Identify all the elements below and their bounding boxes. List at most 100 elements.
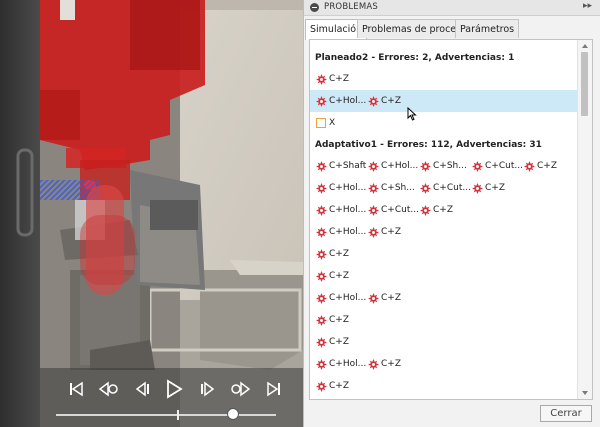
error-icon: [368, 182, 381, 194]
error-icon: [368, 204, 381, 216]
timeline-handle[interactable]: [227, 408, 239, 420]
problem-item[interactable]: C+Cut...: [368, 204, 419, 216]
close-button[interactable]: Cerrar: [540, 405, 592, 422]
tab-parametros[interactable]: Parámetros: [455, 19, 520, 38]
problem-item[interactable]: C+Hol...: [316, 204, 366, 216]
problem-label: C+Z: [329, 249, 349, 259]
warning-item[interactable]: X: [316, 117, 335, 129]
error-icon: [368, 95, 381, 107]
scroll-thumb[interactable]: [581, 52, 588, 116]
problem-row[interactable]: C+Z: [310, 68, 578, 90]
error-icon: [420, 182, 433, 194]
problem-item[interactable]: C+Hol...: [316, 292, 366, 304]
problem-label: C+Hol...: [381, 161, 419, 171]
minus-circle-icon[interactable]: [310, 3, 319, 12]
problem-item[interactable]: C+Cut...: [472, 160, 523, 172]
problem-label: C+Hol...: [329, 205, 367, 215]
error-icon: [472, 160, 485, 172]
error-icon: [472, 182, 485, 194]
error-icon: [316, 204, 329, 216]
error-icon: [524, 160, 537, 172]
problem-item[interactable]: C+Hol...: [368, 160, 418, 172]
error-icon: [420, 160, 433, 172]
problem-item[interactable]: C+Hol...: [316, 226, 366, 238]
problem-label: C+Cut...: [433, 183, 471, 193]
problem-item[interactable]: C+Z: [316, 73, 349, 85]
problem-item[interactable]: C+Z: [524, 160, 557, 172]
problem-item[interactable]: C+Z: [316, 380, 349, 392]
problem-row[interactable]: C+Z: [310, 309, 578, 331]
group-header: Planeado2 - Errores: 2, Advertencias: 1: [315, 53, 515, 63]
problem-row[interactable]: C+Hol... C+Z: [310, 287, 578, 309]
problem-row[interactable]: C+Hol... C+Sh... C+Cut... C+Z: [310, 177, 578, 199]
list-scrollbar[interactable]: [577, 40, 592, 399]
problem-item[interactable]: C+Z: [368, 358, 401, 370]
problem-item[interactable]: C+Cut...: [420, 182, 471, 194]
error-icon: [316, 182, 329, 194]
problem-item[interactable]: C+Hol...: [316, 182, 366, 194]
problem-row[interactable]: C+Z: [310, 265, 578, 287]
skip-to-start-icon[interactable]: [64, 377, 88, 401]
problem-label: C+Hol...: [329, 359, 367, 369]
error-icon: [316, 95, 329, 107]
previous-icon[interactable]: [131, 377, 155, 401]
problem-label: C+Cut...: [381, 205, 419, 215]
problem-row[interactable]: C+Z: [310, 243, 578, 265]
error-icon: [368, 160, 381, 172]
problem-label: C+Z: [485, 183, 505, 193]
error-icon: [316, 380, 329, 392]
problem-item[interactable]: C+Sh...: [420, 160, 467, 172]
problem-label: C+Z: [433, 205, 453, 215]
warning-row[interactable]: X: [310, 112, 578, 134]
problem-row[interactable]: C+Z: [310, 375, 578, 397]
problem-item[interactable]: C+Z: [368, 292, 401, 304]
step-back-icon[interactable]: [97, 377, 121, 401]
problem-item[interactable]: C+Shaft: [316, 160, 366, 172]
timeline-track[interactable]: [56, 414, 276, 416]
step-forward-icon[interactable]: [228, 377, 252, 401]
panel-titlebar: PROBLEMAS ▸▸: [304, 0, 600, 16]
next-icon[interactable]: [195, 377, 219, 401]
problem-row[interactable]: C+Shaft C+Hol... C+Sh... C+Cut... C+Z: [310, 155, 578, 177]
problem-row[interactable]: C+Hol... C+Cut... C+Z: [310, 199, 578, 221]
problem-item[interactable]: C+Z: [316, 336, 349, 348]
error-icon: [316, 292, 329, 304]
problem-label: C+Cut...: [485, 161, 523, 171]
panel-options-icon[interactable]: ▸▸: [583, 1, 592, 11]
warning-label: X: [329, 118, 336, 128]
error-icon: [316, 73, 329, 85]
scroll-up-icon[interactable]: [582, 44, 588, 48]
timeline-marker: [177, 410, 179, 420]
problem-item[interactable]: C+Sh...: [368, 182, 415, 194]
problem-item[interactable]: C+Z: [368, 226, 401, 238]
group-header: Adaptativo1 - Errores: 112, Advertencias…: [315, 140, 542, 150]
problem-label: C+Z: [329, 271, 349, 281]
problem-item[interactable]: C+Hol...: [316, 95, 366, 107]
problem-item[interactable]: C+Z: [472, 182, 505, 194]
problem-label: C+Z: [329, 74, 349, 84]
warning-icon: [316, 118, 326, 128]
panel-title: PROBLEMAS: [324, 2, 379, 12]
problem-row[interactable]: C+Z: [310, 331, 578, 353]
simulation-viewport[interactable]: [0, 0, 303, 427]
skip-to-end-icon[interactable]: [262, 377, 286, 401]
problem-item[interactable]: C+Z: [420, 204, 453, 216]
problem-item[interactable]: C+Z: [316, 248, 349, 260]
error-icon: [316, 270, 329, 282]
play-icon[interactable]: [162, 377, 186, 401]
problem-row[interactable]: C+Hol... C+Z: [310, 221, 578, 243]
error-icon: [420, 204, 433, 216]
problem-item[interactable]: C+Z: [316, 314, 349, 326]
problems-list[interactable]: Planeado2 - Errores: 2, Advertencias: 1 …: [309, 39, 593, 400]
mouse-cursor-icon: [407, 106, 417, 124]
error-icon: [316, 358, 329, 370]
error-icon: [316, 248, 329, 260]
problem-row-selected[interactable]: C+Hol... C+Z: [310, 90, 578, 112]
problem-item[interactable]: C+Z: [316, 270, 349, 282]
problem-label: C+Hol...: [329, 96, 367, 106]
scroll-down-icon[interactable]: [582, 391, 588, 395]
problem-item[interactable]: C+Hol...: [316, 358, 366, 370]
problem-item[interactable]: C+Z: [368, 95, 401, 107]
problem-row[interactable]: C+Hol... C+Z: [310, 353, 578, 375]
problem-label: C+Sh...: [433, 161, 467, 171]
